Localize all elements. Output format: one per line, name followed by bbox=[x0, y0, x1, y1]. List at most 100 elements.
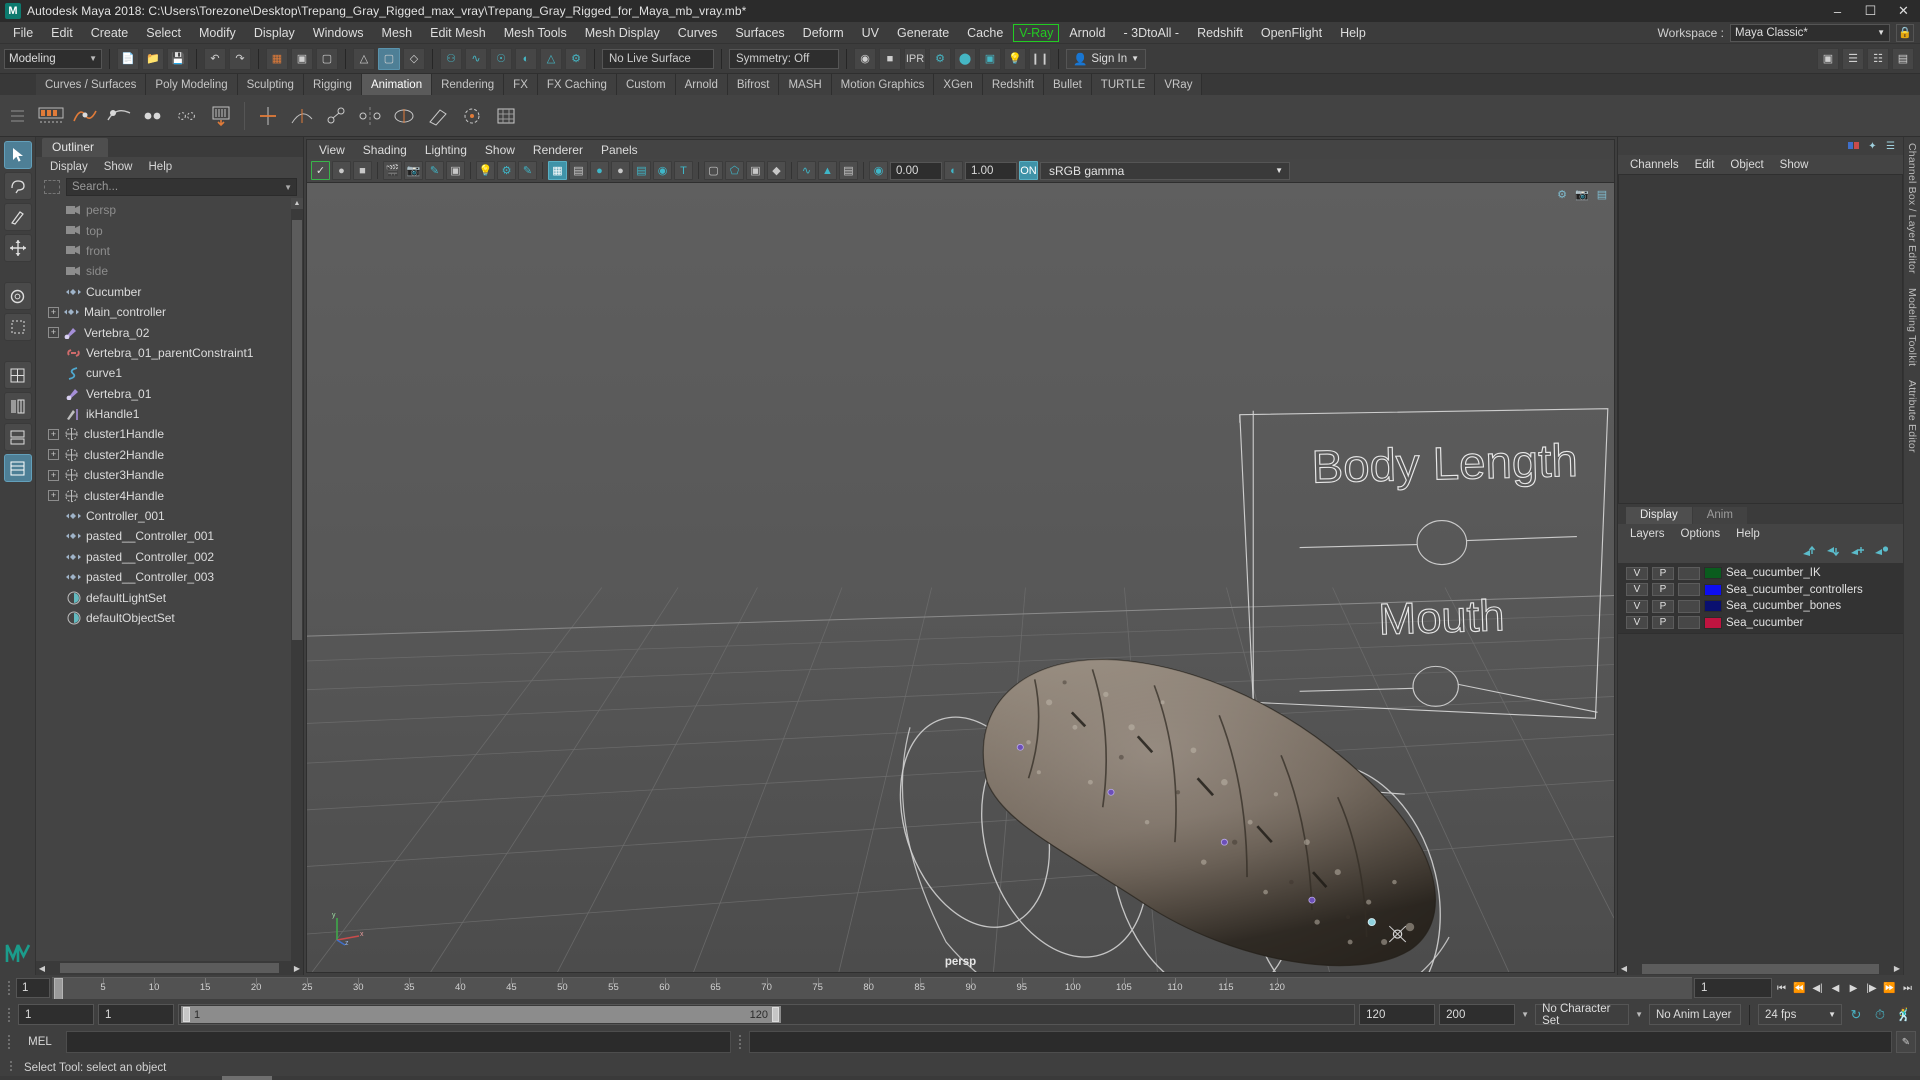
anim-end-time-field[interactable]: 200 bbox=[1439, 1004, 1516, 1025]
outliner-item-cluster3handle[interactable]: + cluster3Handle bbox=[36, 465, 303, 485]
layer-tab-anim[interactable]: Anim bbox=[1692, 507, 1747, 525]
isolate-select-icon[interactable]: ▢ bbox=[704, 161, 723, 180]
projection-snap-icon[interactable]: ◐ bbox=[515, 47, 537, 70]
outliner-menu-help[interactable]: Help bbox=[149, 161, 173, 173]
outliner-vertical-scrollbar[interactable]: ▲ bbox=[291, 198, 303, 961]
lasso-tool-icon[interactable] bbox=[3, 172, 32, 200]
shelf-tab-sculpting[interactable]: Sculpting bbox=[237, 74, 304, 95]
show-hide-channel-box-button[interactable]: ▤ bbox=[1892, 47, 1914, 70]
layer-type-toggle[interactable] bbox=[1678, 616, 1700, 630]
time-slider-playhead[interactable] bbox=[54, 978, 63, 999]
layer-type-toggle[interactable] bbox=[1678, 566, 1700, 580]
highlight-selection-button[interactable]: △ bbox=[353, 47, 375, 70]
grid-snap-icon[interactable]: ⚇ bbox=[440, 47, 462, 70]
light-editor-button[interactable]: 💡 bbox=[1004, 47, 1026, 70]
menu-create[interactable]: Create bbox=[82, 24, 138, 42]
object-mode-button[interactable]: ▢ bbox=[378, 47, 400, 70]
menu-3dtoall[interactable]: - 3DtoAll - bbox=[1114, 24, 1188, 42]
layout-two-pane-icon[interactable] bbox=[3, 392, 32, 420]
layout-four-pane-icon[interactable] bbox=[3, 454, 32, 482]
outliner-item-pasted-controller-001[interactable]: pasted__Controller_001 bbox=[36, 526, 303, 546]
display-layer-list[interactable]: V P Sea_cucumber_IK V P Sea_cucumber_controll… bbox=[1618, 563, 1903, 633]
layout-persp-outliner-icon[interactable] bbox=[3, 423, 32, 451]
layer-horizontal-scrollbar[interactable]: ◀ ▶ bbox=[1618, 962, 1903, 975]
time-slider-track[interactable]: 5 10 15 20 25 30 35 40 45 50 55 60 65 70 75 80 85 90 95 100… bbox=[52, 977, 1692, 999]
time-slider-grip[interactable] bbox=[4, 981, 14, 995]
layer-playback-toggle[interactable]: P bbox=[1652, 583, 1674, 597]
scale-tool-icon[interactable] bbox=[3, 313, 32, 341]
symmetry-field[interactable]: Symmetry: Off bbox=[729, 48, 839, 69]
layer-playback-toggle[interactable]: P bbox=[1652, 566, 1674, 580]
layer-row[interactable]: V P Sea_cucumber_IK bbox=[1618, 565, 1903, 581]
layer-visibility-toggle[interactable]: V bbox=[1626, 599, 1648, 613]
menu-uv[interactable]: UV bbox=[853, 24, 888, 42]
scroll-left-arrow-icon[interactable]: ◀ bbox=[1618, 964, 1630, 973]
render-current-frame-button[interactable]: ◉ bbox=[854, 47, 876, 70]
playback-speed-select[interactable]: 24 fps ▼ bbox=[1758, 1004, 1842, 1025]
scrollbar-thumb[interactable] bbox=[292, 220, 302, 640]
outliner-item-main-controller[interactable]: + Main_controller bbox=[36, 302, 303, 322]
layer-color-swatch[interactable] bbox=[1704, 583, 1722, 596]
command-response-field[interactable] bbox=[749, 1031, 1892, 1053]
menu-v-ray[interactable]: V-Ray bbox=[1013, 23, 1060, 42]
menu-cache[interactable]: Cache bbox=[958, 24, 1012, 42]
outliner-item-pasted-controller-003[interactable]: pasted__Controller_003 bbox=[36, 567, 303, 587]
paint-select-tool-icon[interactable] bbox=[3, 203, 32, 231]
shelf-tab-rigging[interactable]: Rigging bbox=[303, 74, 362, 95]
chevron-down-icon[interactable]: ▼ bbox=[1633, 1010, 1645, 1019]
current-frame-field[interactable]: 1 bbox=[16, 978, 50, 998]
live-surface-field[interactable]: No Live Surface bbox=[602, 48, 714, 69]
outliner-item-persp[interactable]: persp bbox=[36, 200, 303, 220]
render-settings-button[interactable]: ⚙ bbox=[929, 47, 951, 70]
exposure-value-field[interactable]: 0.00 bbox=[890, 161, 942, 180]
layer-tab-display[interactable]: Display bbox=[1626, 507, 1692, 525]
menu-mesh-tools[interactable]: Mesh Tools bbox=[495, 24, 576, 42]
set-key-icon[interactable] bbox=[36, 101, 66, 131]
range-left-grip[interactable] bbox=[183, 1007, 190, 1022]
scroll-up-arrow-icon[interactable]: ▲ bbox=[291, 198, 303, 209]
text-display-icon[interactable]: T bbox=[674, 161, 693, 180]
create-ik-spline-icon[interactable] bbox=[287, 101, 317, 131]
layer-visibility-toggle[interactable]: V bbox=[1626, 566, 1648, 580]
set-key-rotate-icon[interactable] bbox=[138, 101, 168, 131]
menu-surfaces[interactable]: Surfaces bbox=[726, 24, 793, 42]
layer-color-swatch[interactable] bbox=[1704, 567, 1722, 580]
mirror-joint-icon[interactable] bbox=[355, 101, 385, 131]
layer-playback-toggle[interactable]: P bbox=[1652, 616, 1674, 630]
layer-row[interactable]: V P Sea_cucumber_controllers bbox=[1618, 582, 1903, 598]
show-hide-tool-settings-button[interactable]: ☷ bbox=[1867, 47, 1889, 70]
menu-generate[interactable]: Generate bbox=[888, 24, 958, 42]
shelf-tab-bifrost[interactable]: Bifrost bbox=[727, 74, 780, 95]
menu-modify[interactable]: Modify bbox=[190, 24, 245, 42]
outliner-item-vertebra-01-parentconstraint1[interactable]: Vertebra_01_parentConstraint1 bbox=[36, 343, 303, 363]
shelf-tab-vray[interactable]: VRay bbox=[1155, 74, 1203, 95]
save-scene-button[interactable]: 💾 bbox=[167, 47, 189, 70]
menu-edit[interactable]: Edit bbox=[42, 24, 82, 42]
motion-trail-icon[interactable]: ∿ bbox=[797, 161, 816, 180]
xray-joints-icon[interactable]: ◉ bbox=[653, 161, 672, 180]
channel-box-list-icon[interactable]: ☰ bbox=[1884, 140, 1897, 153]
viewport-menu-view[interactable]: View bbox=[319, 143, 345, 157]
color-management-select[interactable]: sRGB gamma ▼ bbox=[1040, 161, 1290, 180]
layer-menu-help[interactable]: Help bbox=[1736, 528, 1760, 540]
use-default-material-icon[interactable]: ● bbox=[611, 161, 630, 180]
minimize-button[interactable]: – bbox=[1821, 0, 1854, 22]
viewport-camera-icon[interactable]: 📷 bbox=[1574, 186, 1590, 202]
close-button[interactable]: ✕ bbox=[1887, 0, 1920, 22]
show-hide-attribute-editor-button[interactable]: ☰ bbox=[1842, 47, 1864, 70]
viewport-menu-renderer[interactable]: Renderer bbox=[533, 143, 583, 157]
outliner-item-defaultobjectset[interactable]: defaultObjectSet bbox=[36, 608, 303, 628]
character-set-select[interactable]: No Character Set bbox=[1535, 1003, 1630, 1027]
shelf-grip-handle[interactable] bbox=[6, 95, 28, 137]
search-filter-icon[interactable] bbox=[44, 180, 60, 194]
command-input-field[interactable] bbox=[66, 1031, 731, 1053]
character-icon[interactable]: 🕺 bbox=[1894, 1005, 1914, 1025]
shelf-tab-animation[interactable]: Animation bbox=[361, 74, 433, 95]
expand-toggle-icon[interactable]: + bbox=[48, 490, 59, 502]
gamma-icon[interactable]: ◐ bbox=[944, 161, 963, 180]
hardware-texturing-icon[interactable]: ▣ bbox=[746, 161, 765, 180]
bookmark-icon[interactable]: ■ bbox=[353, 161, 372, 180]
exposure-lens-icon[interactable]: ◉ bbox=[869, 161, 888, 180]
camera-attributes-icon[interactable]: ● bbox=[332, 161, 351, 180]
signin-button[interactable]: 👤 Sign In ▼ bbox=[1066, 48, 1147, 69]
